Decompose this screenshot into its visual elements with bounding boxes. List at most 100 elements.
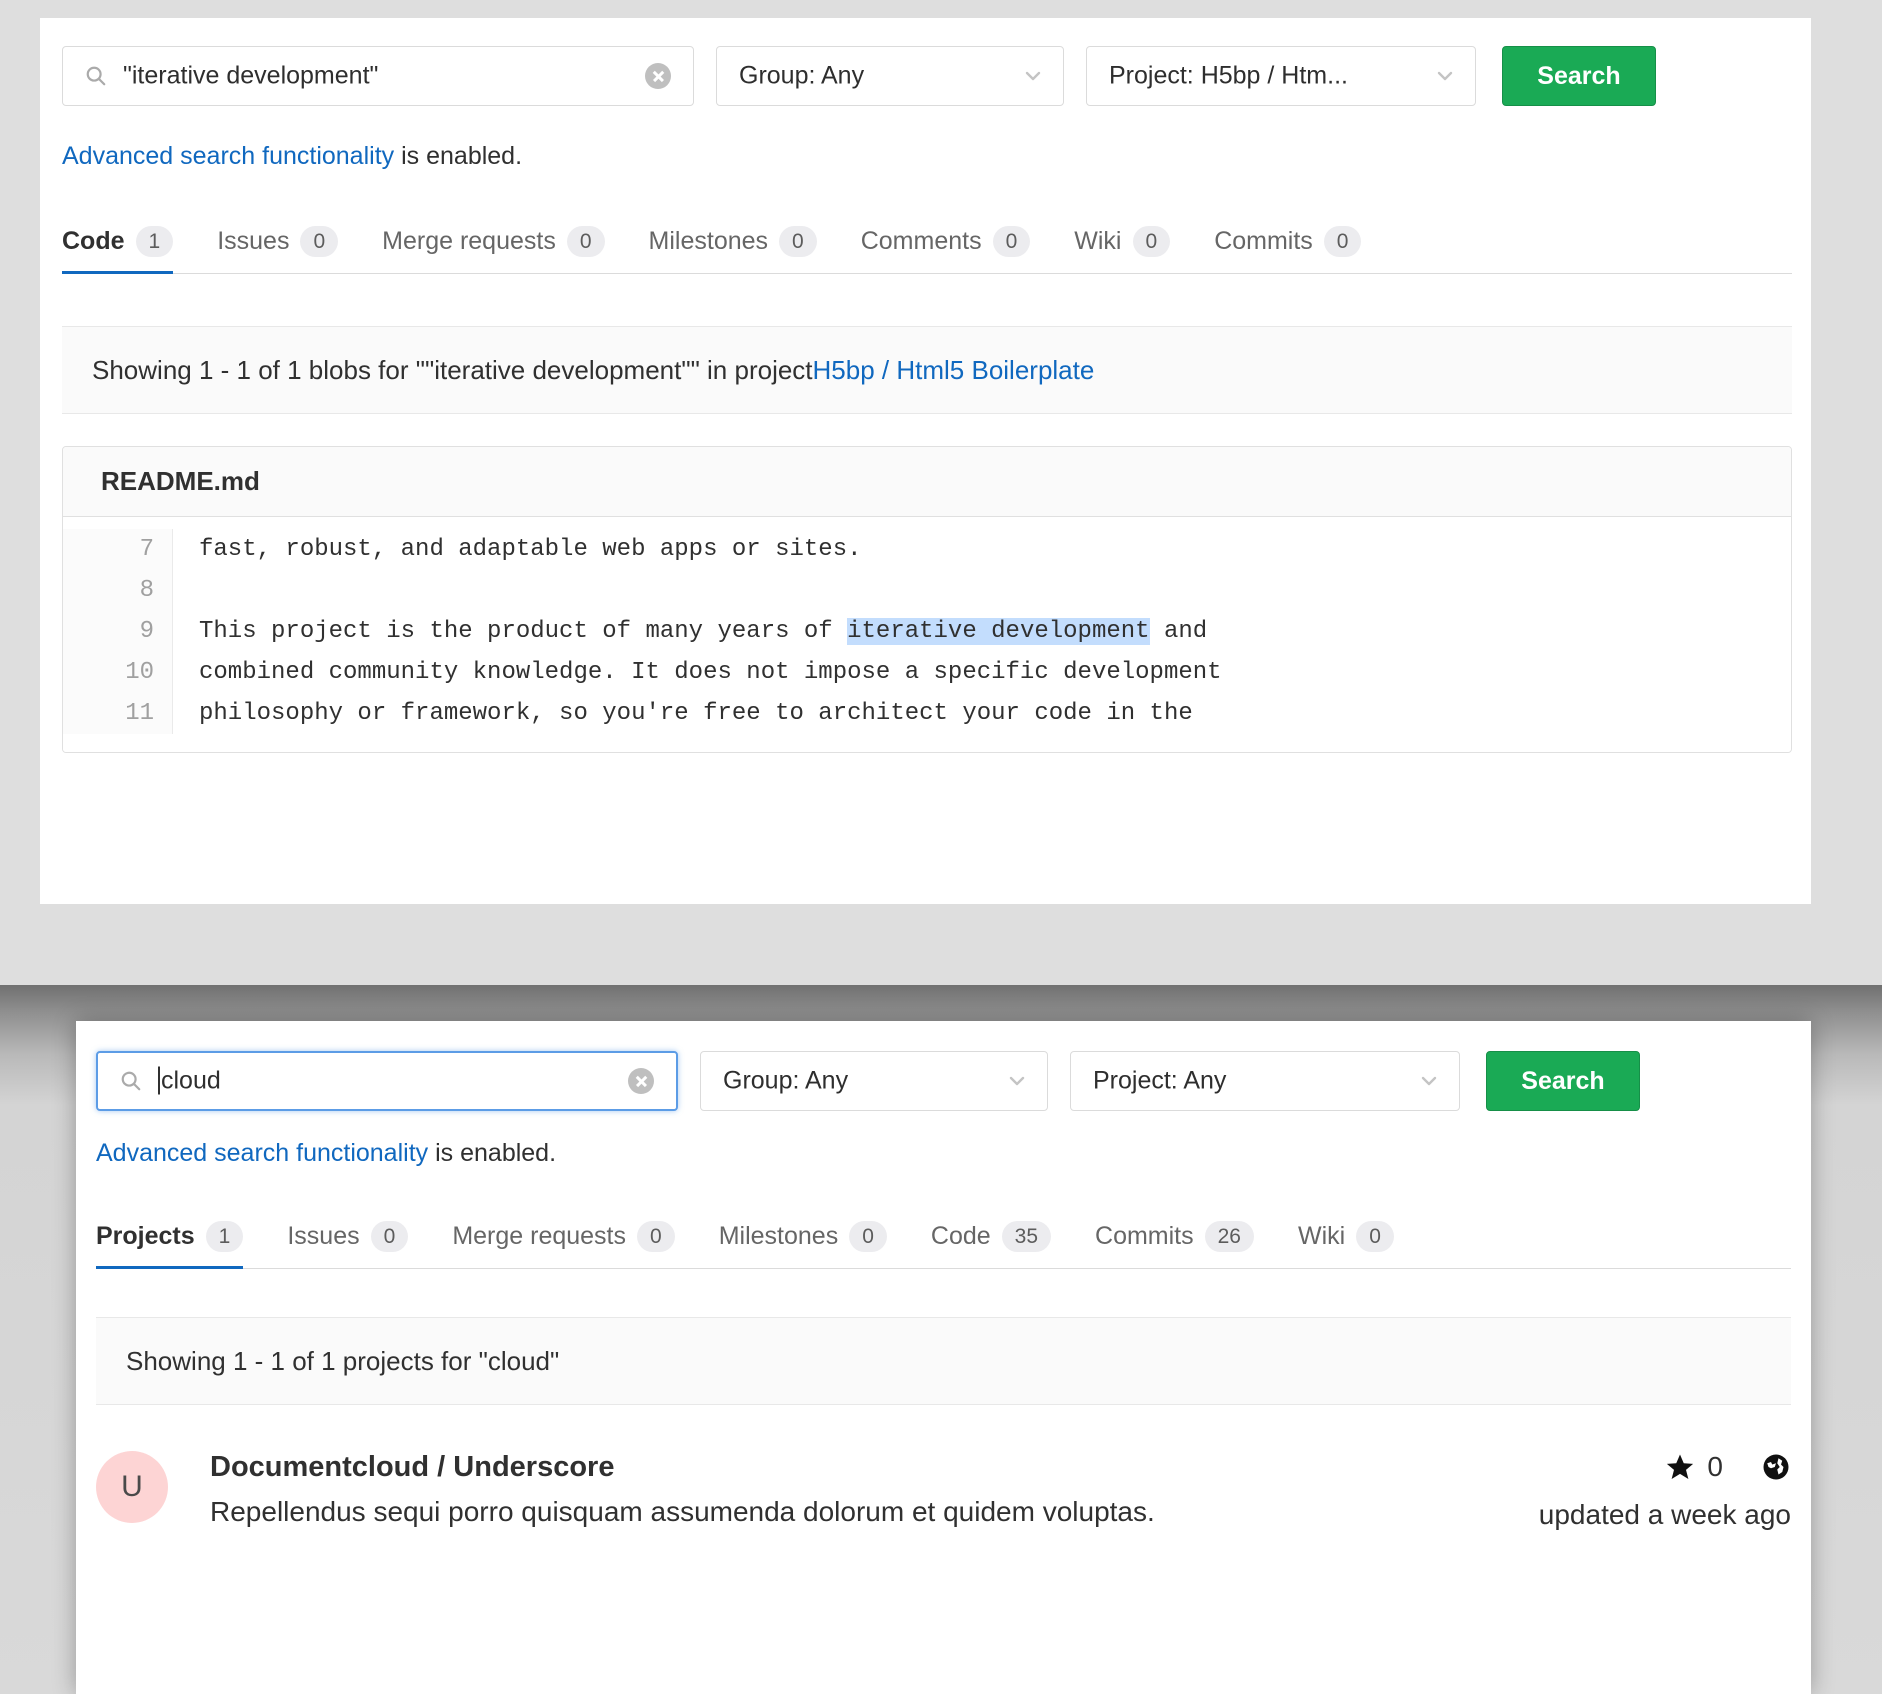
group-filter-dropdown[interactable]: Group: Any xyxy=(716,46,1064,106)
tab-wiki[interactable]: Wiki0 xyxy=(1276,1221,1416,1268)
search-icon xyxy=(120,1070,142,1092)
clear-search-icon[interactable] xyxy=(628,1068,654,1094)
tab-label: Merge requests xyxy=(382,227,556,256)
advanced-search-suffix: is enabled. xyxy=(428,1139,556,1167)
advanced-search-link[interactable]: Advanced search functionality xyxy=(62,142,394,170)
line-number: 8 xyxy=(63,570,154,611)
chevron-down-icon xyxy=(1023,66,1043,86)
project-description: Repellendus sequi porro quisquam assumen… xyxy=(210,1496,1155,1528)
code-line: combined community knowledge. It does no… xyxy=(199,652,1222,693)
code-line: This project is the product of many year… xyxy=(199,611,1222,652)
tab-count-badge: 1 xyxy=(136,226,174,257)
tab-count-badge: 0 xyxy=(849,1221,887,1252)
tab-label: Comments xyxy=(861,227,982,256)
line-number-gutter: 7891011 xyxy=(63,529,173,734)
results-summary-text: Showing 1 - 1 of 1 blobs for ""iterative… xyxy=(62,355,813,386)
tab-count-badge: 1 xyxy=(206,1221,244,1252)
project-filter-dropdown[interactable]: Project: H5bp / Htm... xyxy=(1086,46,1476,106)
star-icon xyxy=(1665,1452,1695,1482)
line-number: 11 xyxy=(63,693,154,734)
advanced-search-suffix: is enabled. xyxy=(394,142,522,170)
tab-code[interactable]: Code35 xyxy=(909,1221,1073,1268)
bottom-search-page: cloud Group: Any Project: Any Search Adv… xyxy=(76,1021,1811,1694)
line-number: 10 xyxy=(63,652,154,693)
bottom-search-controls: cloud Group: Any Project: Any Search xyxy=(96,1051,1640,1111)
group-filter-label: Group: Any xyxy=(723,1067,848,1096)
code-snippet: 7891011 fast, robust, and adaptable web … xyxy=(63,517,1791,752)
group-filter-label: Group: Any xyxy=(739,62,864,91)
file-name[interactable]: README.md xyxy=(63,447,1791,517)
tab-comments[interactable]: Comments 0 xyxy=(839,226,1053,273)
tab-label: Commits xyxy=(1214,227,1313,256)
code-line xyxy=(199,570,1222,611)
top-search-controls: "iterative development" Group: Any Proje… xyxy=(62,46,1656,106)
tab-label: Code xyxy=(62,227,125,256)
search-input[interactable]: "iterative development" xyxy=(62,46,694,106)
results-summary-text: Showing 1 - 1 of 1 projects for "cloud" xyxy=(96,1346,559,1377)
search-input-value: cloud xyxy=(161,1067,221,1095)
line-number: 9 xyxy=(63,611,154,652)
tab-milestones[interactable]: Milestones 0 xyxy=(627,226,839,273)
tab-label: Merge requests xyxy=(452,1222,626,1251)
chevron-down-icon xyxy=(1435,66,1455,86)
clear-search-icon[interactable] xyxy=(645,63,671,89)
advanced-search-notice: Advanced search functionality is enabled… xyxy=(62,142,522,171)
advanced-search-notice: Advanced search functionality is enabled… xyxy=(96,1139,556,1168)
tab-count-badge: 0 xyxy=(1133,226,1171,257)
search-input-value: "iterative development" xyxy=(123,62,378,91)
results-summary-bar: Showing 1 - 1 of 1 projects for "cloud" xyxy=(96,1317,1791,1405)
tab-code[interactable]: Code 1 xyxy=(62,226,195,273)
tab-projects[interactable]: Projects 1 xyxy=(96,1221,265,1268)
advanced-search-link[interactable]: Advanced search functionality xyxy=(96,1139,428,1167)
bottom-panel-backdrop: cloud Group: Any Project: Any Search Adv… xyxy=(0,985,1882,1694)
tab-wiki[interactable]: Wiki 0 xyxy=(1052,226,1192,273)
search-button[interactable]: Search xyxy=(1502,46,1656,106)
project-title-link[interactable]: Documentcloud / Underscore xyxy=(210,1451,1155,1484)
tab-label: Commits xyxy=(1095,1222,1194,1251)
search-scope-tabs: Projects1Issues0Merge requests0Milestone… xyxy=(96,1207,1791,1269)
chevron-down-icon xyxy=(1007,1071,1027,1091)
project-stats: 0 xyxy=(1539,1451,1791,1483)
results-summary-project-link[interactable]: H5bp / Html5 Boilerplate xyxy=(813,355,1095,386)
line-number: 7 xyxy=(63,529,154,570)
tab-label: Milestones xyxy=(649,227,769,256)
tab-commits[interactable]: Commits 0 xyxy=(1192,226,1383,273)
tab-issues[interactable]: Issues0 xyxy=(265,1221,430,1268)
code-line: fast, robust, and adaptable web apps or … xyxy=(199,529,1222,570)
star-count: 0 xyxy=(1707,1451,1723,1483)
tab-count-badge: 0 xyxy=(993,226,1031,257)
tab-merge-requests[interactable]: Merge requests 0 xyxy=(430,1221,696,1268)
top-search-page: "iterative development" Group: Any Proje… xyxy=(40,18,1811,904)
search-term-highlight: iterative development xyxy=(847,618,1149,645)
tab-label: Issues xyxy=(287,1222,359,1251)
search-button[interactable]: Search xyxy=(1486,1051,1640,1111)
project-meta: 0 updated a week ago xyxy=(1539,1451,1791,1531)
tab-label: Projects xyxy=(96,1222,195,1251)
file-result-card: README.md 7891011 fast, robust, and adap… xyxy=(62,446,1792,753)
tab-count-badge: 0 xyxy=(637,1221,675,1252)
tab-commits[interactable]: Commits26 xyxy=(1073,1221,1276,1268)
tab-count-badge: 0 xyxy=(779,226,817,257)
results-summary-bar: Showing 1 - 1 of 1 blobs for ""iterative… xyxy=(62,326,1792,414)
code-line: philosophy or framework, so you're free … xyxy=(199,693,1222,734)
tab-merge-requests[interactable]: Merge requests 0 xyxy=(360,226,626,273)
tab-label: Code xyxy=(931,1222,991,1251)
tab-count-badge: 0 xyxy=(1324,226,1362,257)
tab-count-badge: 0 xyxy=(567,226,605,257)
text-cursor xyxy=(158,1067,160,1095)
code-lines: fast, robust, and adaptable web apps or … xyxy=(173,529,1222,734)
chevron-down-icon xyxy=(1419,1071,1439,1091)
search-icon xyxy=(85,65,107,87)
tab-milestones[interactable]: Milestones 0 xyxy=(697,1221,909,1268)
group-filter-dropdown[interactable]: Group: Any xyxy=(700,1051,1048,1111)
globe-icon xyxy=(1761,1452,1791,1482)
tab-label: Milestones xyxy=(719,1222,839,1251)
tab-issues[interactable]: Issues0 xyxy=(195,226,360,273)
tab-label: Wiki xyxy=(1074,227,1121,256)
project-result-row[interactable]: U Documentcloud / Underscore Repellendus… xyxy=(96,1451,1155,1528)
tab-label: Issues xyxy=(217,227,289,256)
tab-label: Wiki xyxy=(1298,1222,1345,1251)
search-input[interactable]: cloud xyxy=(96,1051,678,1111)
search-input-value-wrap: cloud xyxy=(158,1067,221,1096)
project-filter-dropdown[interactable]: Project: Any xyxy=(1070,1051,1460,1111)
